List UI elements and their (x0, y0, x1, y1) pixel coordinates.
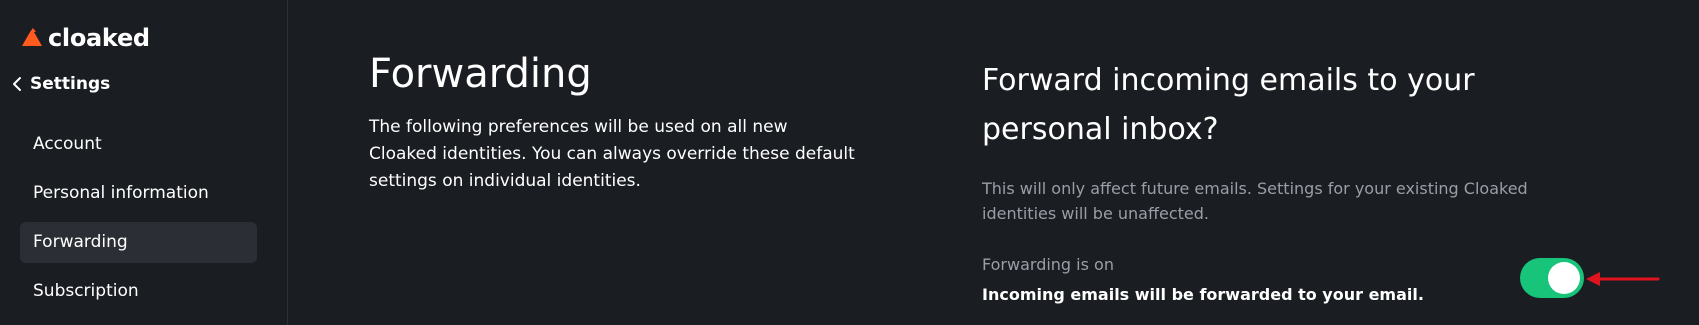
red-arrow-annotation (1586, 272, 1660, 286)
chevron-left-icon (13, 77, 21, 91)
sidebar-item-forwarding[interactable]: Forwarding (20, 222, 257, 263)
forwarding-setting-panel: Forward incoming emails to your personal… (982, 56, 1622, 304)
toggle-knob (1548, 262, 1580, 294)
forwarding-toggle[interactable] (1520, 258, 1584, 298)
logo-text: cloaked (48, 24, 150, 52)
sidebar-item-account[interactable]: Account (20, 124, 257, 165)
sidebar: cloaked Settings Account Personal inform… (0, 0, 288, 325)
back-label: Settings (30, 74, 111, 94)
settings-nav: Account Personal information Forwarding … (20, 124, 257, 320)
back-to-settings-link[interactable]: Settings (10, 74, 110, 94)
sidebar-item-personal-information[interactable]: Personal information (20, 173, 257, 214)
forwarding-intro: Forwarding The following preferences wil… (369, 48, 889, 195)
setting-note: This will only affect future emails. Set… (982, 179, 1528, 223)
logo[interactable]: cloaked (20, 24, 150, 52)
setting-question-title: Forward incoming emails to your personal… (982, 63, 1475, 147)
cloaked-logo-icon (22, 28, 42, 46)
sidebar-item-subscription[interactable]: Subscription (20, 271, 257, 312)
page-title: Forwarding (369, 51, 592, 97)
page-description: The following preferences will be used o… (369, 117, 855, 191)
